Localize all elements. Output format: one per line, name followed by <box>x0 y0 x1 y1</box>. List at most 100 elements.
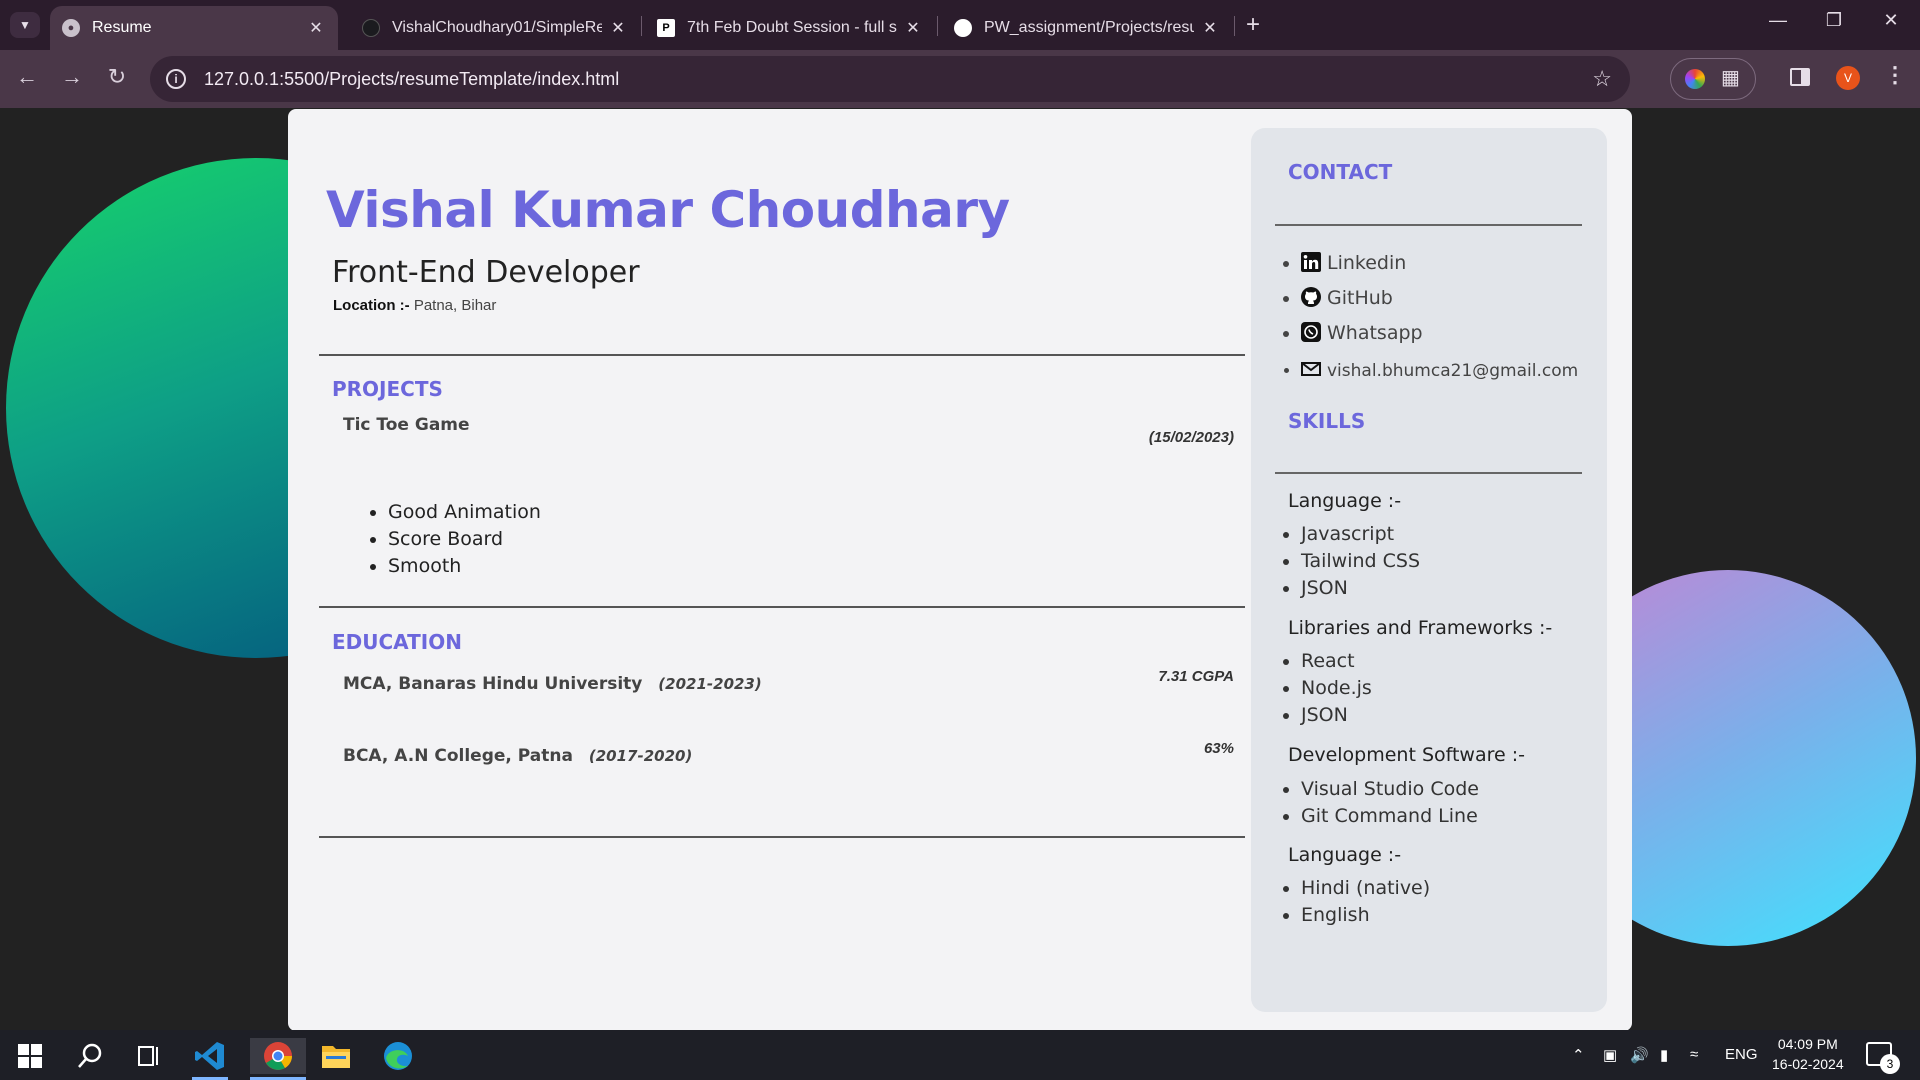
close-icon[interactable]: ✕ <box>306 18 326 38</box>
close-icon[interactable]: ✕ <box>608 18 628 38</box>
contact-list: Linkedin GitHub Whatsapp vishal.bhumca21… <box>1301 252 1578 394</box>
tab-separator <box>641 16 642 36</box>
start-button[interactable] <box>12 1038 48 1074</box>
avatar[interactable]: V <box>1836 66 1860 90</box>
volume-icon[interactable]: 🔊 <box>1630 1046 1649 1064</box>
list-item: Git Command Line <box>1301 803 1479 830</box>
tab-github-pw-assignment[interactable]: PW_assignment/Projects/resum ✕ <box>942 6 1232 50</box>
education-degree: BCA, A.N College, Patna <box>343 746 573 766</box>
clock[interactable]: 04:09 PM 16-02-2024 <box>1772 1034 1844 1074</box>
globe-icon: ● <box>62 19 80 37</box>
windows-taskbar: ⌃ ▣ 🔊 ▮ ≈ ENG 04:09 PM 16-02-2024 3 <box>0 1030 1920 1080</box>
skill-list-languages: Javascript Tailwind CSS JSON <box>1301 521 1420 602</box>
address-bar[interactable]: i 127.0.0.1:5500/Projects/resumeTemplate… <box>150 56 1630 102</box>
contact-whatsapp[interactable]: Whatsapp <box>1301 322 1578 357</box>
forward-button[interactable]: → <box>57 64 87 90</box>
tab-search-button[interactable]: ▼ <box>10 12 40 38</box>
list-item: JSON <box>1301 702 1372 729</box>
taskbar-vscode[interactable] <box>192 1038 228 1080</box>
taskbar-file-explorer[interactable] <box>318 1038 354 1074</box>
list-item: React <box>1301 648 1372 675</box>
close-icon[interactable]: ✕ <box>903 18 923 38</box>
whatsapp-icon <box>1301 322 1321 342</box>
tab-title: Resume <box>92 19 152 36</box>
contact-email[interactable]: vishal.bhumca21@gmail.com <box>1301 359 1578 394</box>
edge-icon <box>384 1042 412 1070</box>
color-extension-icon[interactable] <box>1685 69 1705 89</box>
list-item: Score Board <box>388 526 541 553</box>
tab-title: PW_assignment/Projects/resum <box>984 19 1194 36</box>
location: Location :- Patna, Bihar <box>333 297 496 314</box>
resume-main: Vishal Kumar Choudhary Front-End Develop… <box>288 109 1248 1030</box>
search-button[interactable] <box>72 1038 108 1074</box>
taskbar-edge[interactable] <box>380 1038 416 1074</box>
notification-count: 3 <box>1880 1054 1900 1074</box>
tray-chevron-up-icon[interactable]: ⌃ <box>1572 1046 1585 1064</box>
close-window-button[interactable]: ✕ <box>1871 10 1911 31</box>
list-item: Hindi (native) <box>1301 875 1430 902</box>
contact-label[interactable]: vishal.bhumca21@gmail.com <box>1327 361 1578 381</box>
taskbar-chrome[interactable] <box>250 1038 306 1080</box>
divider <box>1275 224 1582 226</box>
clock-date: 16-02-2024 <box>1772 1056 1844 1072</box>
list-item: Smooth <box>388 553 541 580</box>
folder-icon <box>322 1046 350 1068</box>
task-view-button[interactable] <box>132 1038 168 1074</box>
vscode-icon <box>195 1042 224 1070</box>
chrome-icon <box>264 1042 292 1070</box>
skill-group-heading: Language :- <box>1288 844 1402 866</box>
tab-resume[interactable]: ● Resume ✕ <box>50 6 338 50</box>
meet-now-icon[interactable]: ▣ <box>1603 1046 1617 1064</box>
url-text[interactable]: 127.0.0.1:5500/Projects/resumeTemplate/i… <box>204 69 619 90</box>
new-tab-button[interactable]: + <box>1246 12 1260 38</box>
minimize-button[interactable]: — <box>1758 10 1798 31</box>
wifi-icon[interactable]: ≈ <box>1690 1046 1698 1063</box>
skill-list-frameworks: React Node.js JSON <box>1301 648 1372 729</box>
puzzle-icon[interactable]: ▦ <box>1721 65 1740 90</box>
tab-github-simple-resume[interactable]: VishalChoudhary01/SimpleResu ✕ <box>350 6 640 50</box>
bookmark-star-icon[interactable]: ☆ <box>1592 66 1612 92</box>
resume-role: Front-End Developer <box>332 255 640 290</box>
list-item: JSON <box>1301 575 1420 602</box>
windows-icon <box>18 1044 42 1068</box>
linkedin-icon <box>1301 252 1321 272</box>
contact-label[interactable]: GitHub <box>1327 287 1393 309</box>
github-icon <box>1301 287 1321 307</box>
tab-doubt-session[interactable]: P 7th Feb Doubt Session - full sta ✕ <box>645 6 935 50</box>
divider <box>319 354 1245 356</box>
mail-icon <box>1301 362 1321 376</box>
divider <box>319 836 1245 838</box>
education-score: 7.31 CGPA <box>1158 668 1234 685</box>
list-item: Javascript <box>1301 521 1420 548</box>
skills-title: SKILLS <box>1288 409 1366 433</box>
education-entry-mca: MCA, Banaras Hindu University (2021-2023… <box>343 674 762 694</box>
list-item: English <box>1301 902 1430 929</box>
resume-sidebar: CONTACT Linkedin GitHub Whatsapp vishal.… <box>1251 128 1607 1012</box>
education-title: EDUCATION <box>332 630 462 654</box>
restore-button[interactable]: ❐ <box>1814 10 1854 31</box>
side-panel-icon[interactable] <box>1790 68 1810 86</box>
battery-icon[interactable]: ▮ <box>1660 1046 1668 1064</box>
browser-tab-bar: ▼ ● Resume ✕ VishalChoudhary01/SimpleRes… <box>0 0 1920 50</box>
browser-toolbar: ← → ↻ i 127.0.0.1:5500/Projects/resumeTe… <box>0 50 1920 108</box>
contact-label[interactable]: Whatsapp <box>1327 322 1423 344</box>
tab-separator <box>1234 16 1235 36</box>
list-item: Good Animation <box>388 499 541 526</box>
info-icon[interactable]: i <box>166 69 186 89</box>
back-button[interactable]: ← <box>12 64 42 90</box>
contact-label[interactable]: Linkedin <box>1327 252 1406 274</box>
contact-github[interactable]: GitHub <box>1301 287 1578 322</box>
close-icon[interactable]: ✕ <box>1200 18 1220 38</box>
skill-group-heading: Language :- <box>1288 490 1402 512</box>
menu-kebab-icon[interactable]: ⋮ <box>1884 62 1906 88</box>
skill-list-software: Visual Studio Code Git Command Line <box>1301 776 1479 830</box>
resume-card: Vishal Kumar Choudhary Front-End Develop… <box>288 109 1632 1030</box>
skill-group-heading: Libraries and Frameworks :- <box>1288 617 1553 639</box>
contact-linkedin[interactable]: Linkedin <box>1301 252 1578 287</box>
github-icon <box>362 19 380 37</box>
input-language[interactable]: ENG <box>1725 1046 1758 1063</box>
education-degree: MCA, Banaras Hindu University <box>343 674 643 694</box>
task-view-icon <box>138 1046 158 1066</box>
reload-button[interactable]: ↻ <box>102 64 132 90</box>
extensions-group: ▦ <box>1670 58 1756 100</box>
